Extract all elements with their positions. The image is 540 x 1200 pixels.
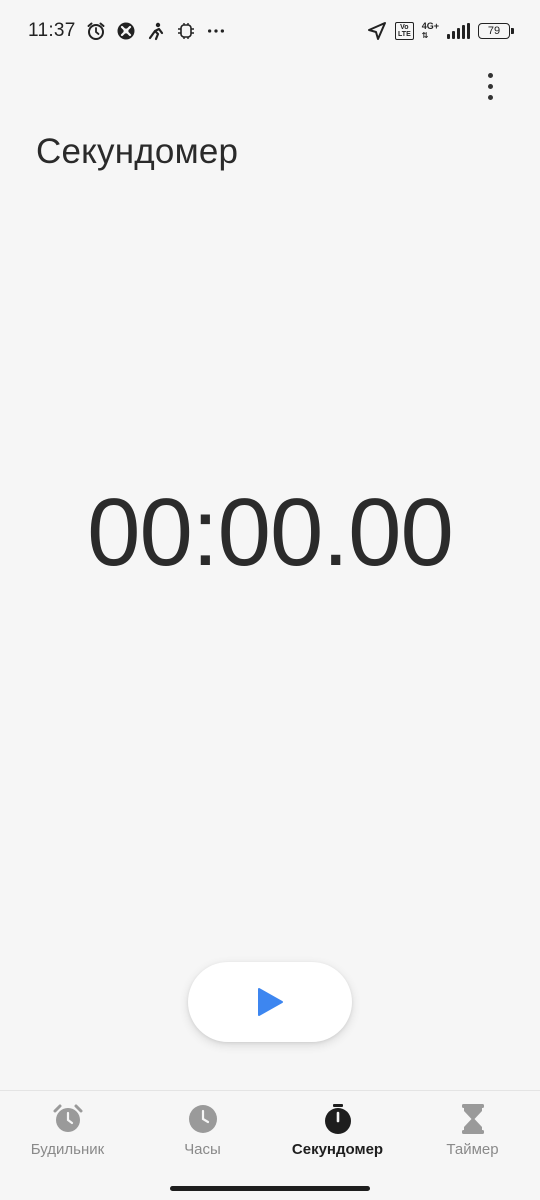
status-left: 11:37 <box>28 20 226 42</box>
battery-icon: 79 <box>478 23 514 39</box>
more-vert-icon[interactable] <box>470 68 510 104</box>
app-notification-icon <box>116 21 136 41</box>
alarm-clock-icon <box>86 21 106 41</box>
signal-bars-icon <box>447 23 470 39</box>
hourglass-icon <box>457 1103 489 1135</box>
data-arrows-icon: ⇅ <box>421 31 429 40</box>
tab-timer-label: Таймер <box>446 1141 499 1158</box>
alarm-icon <box>52 1103 84 1135</box>
status-bar: 11:37 Vo LTE 4G+ ⇅ 79 <box>0 0 540 62</box>
misc-notification-icon <box>176 21 196 41</box>
network-indicator: 4G+ ⇅ <box>421 21 439 41</box>
bottom-nav: Будильник Часы Секундомер Таймер <box>0 1090 540 1170</box>
tab-stopwatch[interactable]: Секундомер <box>270 1103 405 1158</box>
more-notifications-icon <box>206 21 226 41</box>
stopwatch-display: 00:00.00 <box>87 479 454 586</box>
start-button[interactable] <box>188 962 352 1042</box>
tab-timer[interactable]: Таймер <box>405 1103 540 1158</box>
clock-icon <box>187 1103 219 1135</box>
page-title: Секундомер <box>36 132 239 171</box>
home-indicator[interactable] <box>170 1186 370 1191</box>
network-type: 4G+ <box>421 21 439 31</box>
stopwatch-icon <box>322 1103 354 1135</box>
activity-icon <box>146 21 166 41</box>
tab-clock[interactable]: Часы <box>135 1103 270 1158</box>
status-right: Vo LTE 4G+ ⇅ 79 <box>367 21 514 41</box>
battery-level: 79 <box>487 25 501 37</box>
tab-clock-label: Часы <box>184 1141 221 1158</box>
location-arrow-icon <box>367 21 387 41</box>
status-time: 11:37 <box>28 20 76 41</box>
volte-badge: Vo LTE <box>395 22 414 40</box>
tab-stopwatch-label: Секундомер <box>291 1141 384 1158</box>
tab-alarm[interactable]: Будильник <box>0 1103 135 1158</box>
tab-alarm-label: Будильник <box>30 1141 105 1158</box>
play-icon <box>258 988 283 1016</box>
